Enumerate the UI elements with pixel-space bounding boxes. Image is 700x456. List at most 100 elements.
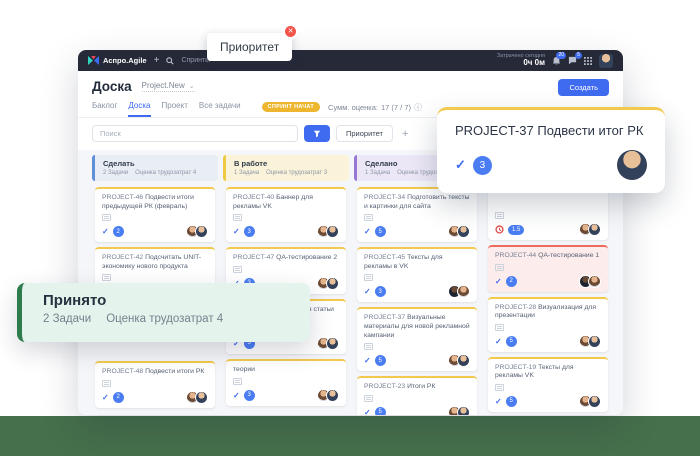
task-title: Итоги РК (407, 383, 435, 390)
avatar (588, 275, 601, 288)
avatar (457, 285, 470, 298)
brand-name: Аспро.Agile (103, 56, 147, 65)
create-button[interactable]: Создать (558, 79, 609, 96)
column-count: 2 Задачи (103, 170, 128, 176)
column-count: 1 Задача (234, 170, 259, 176)
estimate-badge: 2 (506, 276, 517, 287)
task-card[interactable]: PROJECT-48 Подвести итоги РК ✓ 2 (95, 361, 215, 408)
task-popup-title: PROJECT-37 Подвести итог РК (455, 123, 647, 138)
description-icon (364, 214, 373, 221)
estimate-badge: 5 (506, 336, 517, 347)
description-icon (495, 212, 504, 219)
avatar (457, 354, 470, 367)
description-icon (495, 264, 504, 271)
checkmark-icon: ✓ (495, 337, 502, 346)
avatar (326, 225, 339, 238)
close-icon[interactable]: ✕ (283, 24, 298, 39)
column-done: Сделано 1 ЗадачаОценка трудозатрат 3 PRO… (354, 155, 480, 415)
estimate-badge: 5 (375, 226, 386, 237)
accepted-title: Принято (43, 292, 310, 309)
page-title: Доска (92, 79, 132, 94)
filter-button[interactable] (304, 125, 330, 142)
estimate-badge: 3 (473, 156, 492, 175)
task-id: PROJECT-34 (364, 194, 405, 201)
add-icon[interactable]: + (154, 56, 160, 66)
time-spent-badge: 1.5 (508, 225, 524, 235)
task-card[interactable]: теории ✓3 (226, 359, 346, 406)
filter-chip-priority[interactable]: Приоритет (336, 125, 393, 142)
task-card[interactable]: PROJECT-19 Тексты для рекламы VK ✓5 (488, 357, 608, 412)
column-header-todo: Сделать 2 ЗадачиОценка трудозатрат 4 (92, 155, 218, 181)
funnel-icon (313, 130, 321, 138)
tab-board[interactable]: Доска (128, 101, 150, 117)
task-title: Подвести итоги РК (145, 368, 204, 375)
notifications-badge: 20 (556, 52, 566, 59)
task-card[interactable]: PROJECT-34 Подготовить тексты и картинки… (357, 187, 477, 242)
task-card[interactable]: PROJECT-23 Итоги РК ✓5 (357, 376, 477, 415)
column-name: Сделать (103, 159, 210, 168)
tab-all-tasks[interactable]: Все задачи (199, 101, 241, 117)
estimate-badge: 5 (375, 355, 386, 366)
avatar (588, 395, 601, 408)
task-id: PROJECT-37 (364, 314, 405, 321)
add-filter-button[interactable]: + (399, 128, 411, 140)
accepted-column-callout: Принято 2 Задачи Оценка трудозатрат 4 (17, 283, 310, 342)
grid-icon (584, 57, 592, 65)
time-tracker: Затрачено сегодня 0ч 0м (497, 53, 545, 68)
description-icon (495, 384, 504, 391)
avatar (588, 335, 601, 348)
chevron-down-icon: ⌄ (189, 82, 195, 90)
time-tracker-value: 0ч 0м (497, 59, 545, 68)
checkmark-icon: ✓ (364, 287, 371, 296)
tab-backlog[interactable]: Баклог (92, 101, 117, 117)
apps-grid-button[interactable] (584, 57, 592, 65)
description-icon (364, 395, 373, 402)
description-icon (233, 214, 242, 221)
project-selector[interactable]: Project.New ⌄ (142, 81, 195, 92)
avatar (588, 223, 601, 236)
description-icon (364, 274, 373, 281)
checkmark-icon: ✓ (102, 393, 109, 402)
task-id: PROJECT-28 (495, 304, 536, 311)
description-icon (233, 266, 242, 273)
description-icon (364, 343, 373, 350)
avatar (457, 225, 470, 238)
task-card[interactable]: PROJECT-40 Баннер для рекламы VK ✓3 (226, 187, 346, 242)
avatar (195, 391, 208, 404)
avatar (326, 389, 339, 402)
task-card[interactable]: PROJECT-37 Визуальные материалы для ново… (357, 307, 477, 371)
task-card[interactable]: PROJECT-46 Подвести итоги предыдущей РК … (95, 187, 215, 242)
column-count: 1 Задача (365, 170, 390, 176)
search-icon[interactable] (166, 57, 174, 65)
screenshot-stage: Аспро.Agile + Спринты Затрачено сегодня … (0, 0, 700, 456)
info-icon[interactable]: ⓘ (414, 102, 422, 113)
messages-button[interactable]: 5 (568, 56, 577, 65)
checkmark-icon: ✓ (364, 408, 371, 415)
estimate-badge: 3 (244, 390, 255, 401)
sprint-status-badge: СПРИНТ НАЧАТ (262, 102, 320, 112)
task-card[interactable]: 1.5 (488, 187, 608, 240)
estimate-badge: 3 (244, 226, 255, 237)
tab-project[interactable]: Проект (162, 101, 188, 117)
task-id: PROJECT-46 (102, 194, 143, 201)
notifications-button[interactable]: 20 (552, 56, 561, 66)
task-card[interactable]: PROJECT-28 Визуализация для презентации … (488, 297, 608, 352)
task-popup-card[interactable]: PROJECT-37 Подвести итог РК ✓ 3 (437, 107, 665, 193)
estimate-badge: 2 (113, 392, 124, 403)
avatar (195, 225, 208, 238)
avatar (326, 277, 339, 290)
score-summary: Сумм. оценка: 17 (7 / 7) ⓘ (328, 102, 422, 113)
checkmark-icon: ✓ (233, 227, 240, 236)
task-id: PROJECT-40 (233, 194, 274, 201)
checkmark-icon: ✓ (364, 356, 371, 365)
user-avatar[interactable] (599, 54, 613, 68)
messages-badge: 5 (575, 52, 582, 59)
estimate-badge: 5 (375, 407, 386, 415)
topbar-nav-sprints[interactable]: Спринты (181, 57, 210, 64)
brand-logo[interactable]: Аспро.Agile (88, 56, 147, 65)
search-input[interactable] (92, 125, 298, 142)
task-id: PROJECT-48 (102, 368, 143, 375)
task-card[interactable]: PROJECT-45 Тексты для рекламы в VK ✓3 (357, 247, 477, 302)
checkmark-icon: ✓ (495, 277, 502, 286)
task-card[interactable]: PROJECT-44 QA-тестирование 1 ✓2 (488, 245, 608, 292)
